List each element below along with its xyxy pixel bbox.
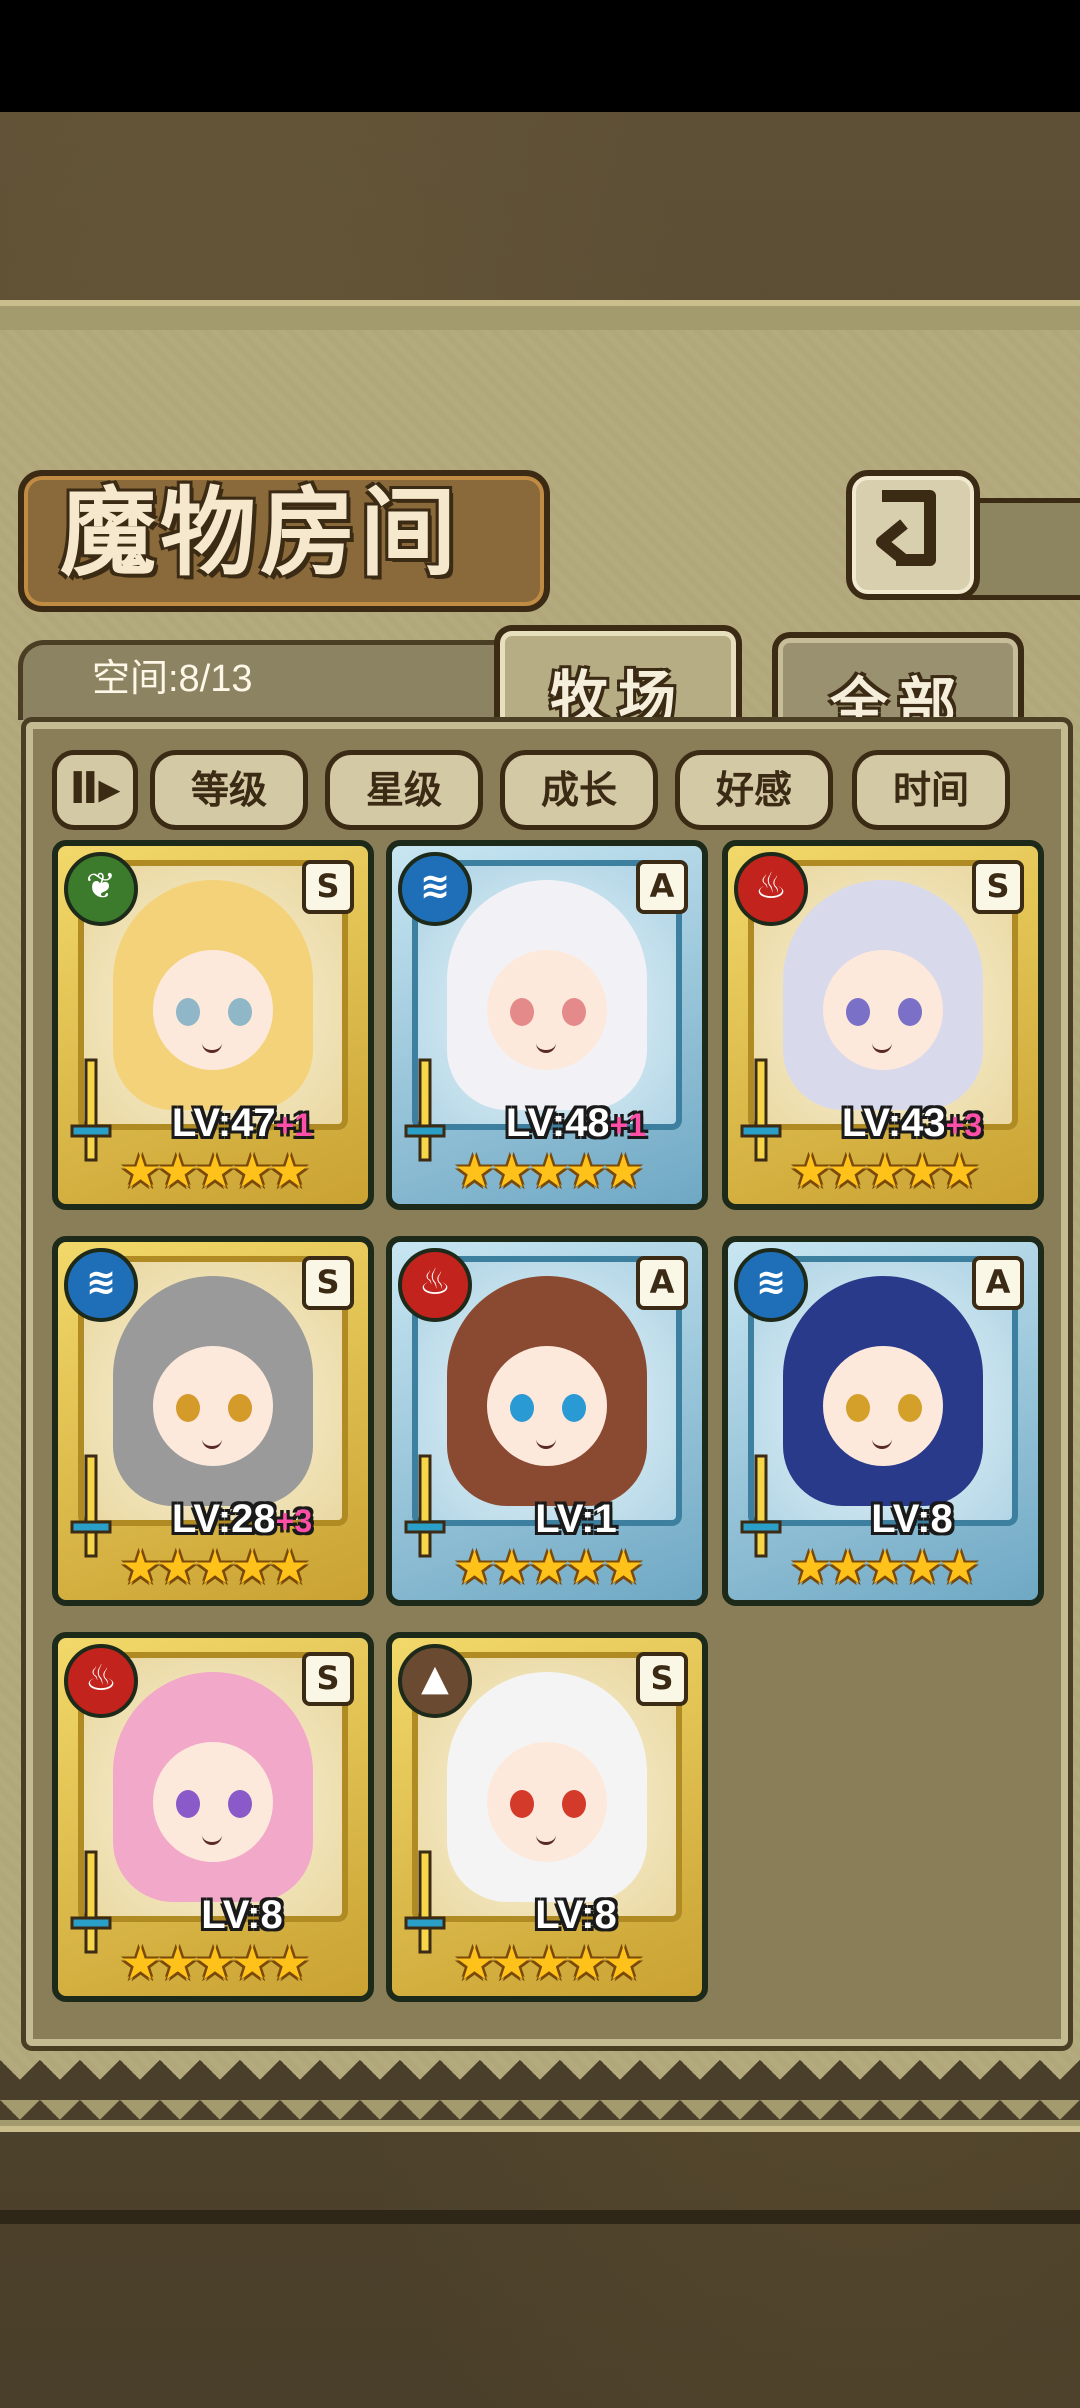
- level-bonus: +1: [609, 1107, 647, 1143]
- rank-badge: A: [636, 1256, 688, 1310]
- monster-card[interactable]: ≋ A LV:48+1 ★★★★★: [386, 840, 708, 1210]
- level-label: LV:1: [466, 1494, 686, 1544]
- fire-icon: ♨: [734, 852, 808, 926]
- monster-eye: [898, 1394, 922, 1422]
- monster-eye: [562, 1394, 586, 1422]
- monster-eye: [176, 1394, 200, 1422]
- fire-icon: ♨: [64, 1644, 138, 1718]
- monster-card[interactable]: ♨ A LV:1 ★★★★★: [386, 1236, 708, 1606]
- monster-eye: [846, 1394, 870, 1422]
- level-bonus: +3: [275, 1503, 313, 1539]
- level-value: LV:1: [535, 1497, 617, 1541]
- monster-card[interactable]: ♨ S LV:8 ★★★★★: [52, 1632, 374, 2002]
- monster-card[interactable]: ≋ S LV:28+3 ★★★★★: [52, 1236, 374, 1606]
- monster-eye: [510, 998, 534, 1026]
- monster-eye: [176, 1790, 200, 1818]
- monster-card[interactable]: ≋ A LV:8 ★★★★★: [722, 1236, 1044, 1606]
- monster-card[interactable]: ▲ S LV:8 ★★★★★: [386, 1632, 708, 2002]
- star-rating: ★★★★★: [119, 1144, 310, 1198]
- level-value: LV:28: [171, 1497, 276, 1541]
- earth-icon: ▲: [398, 1644, 472, 1718]
- sort-level-button[interactable]: 等级: [150, 750, 308, 830]
- level-value: LV:43: [841, 1101, 946, 1145]
- tab-ranch[interactable]: 牧场: [494, 625, 742, 736]
- monster-eye: [898, 998, 922, 1026]
- rank-badge: S: [302, 860, 354, 914]
- level-label: LV:8: [802, 1494, 1022, 1544]
- panel-bottom-trim: [0, 2060, 1080, 2120]
- rank-badge: A: [636, 860, 688, 914]
- star-rating: ★★★★★: [789, 1540, 980, 1594]
- rank-badge: A: [972, 1256, 1024, 1310]
- star-rating: ★★★★★: [789, 1144, 980, 1198]
- fire-icon: ❦: [64, 852, 138, 926]
- space-count: 空间:8/13: [92, 658, 253, 700]
- monster-card[interactable]: ♨ S LV:43+3 ★★★★★: [722, 840, 1044, 1210]
- star-rating: ★★★★★: [453, 1936, 644, 1990]
- return-arrow-icon: [876, 490, 936, 566]
- level-bonus: +3: [945, 1107, 983, 1143]
- monster-eye: [510, 1790, 534, 1818]
- level-value: LV:47: [171, 1101, 276, 1145]
- star-rating: ★★★★★: [119, 1936, 310, 1990]
- level-value: LV:8: [201, 1893, 283, 1937]
- sort-star-button[interactable]: 星级: [325, 750, 483, 830]
- sort-time-button[interactable]: 时间: [852, 750, 1010, 830]
- back-button[interactable]: [846, 470, 980, 600]
- level-label: LV:47+1: [132, 1098, 352, 1148]
- page-title: 魔物房间: [60, 476, 460, 589]
- water-icon: ≋: [734, 1248, 808, 1322]
- monster-eye: [562, 998, 586, 1026]
- monster-eye: [228, 1394, 252, 1422]
- monster-eye: [228, 998, 252, 1026]
- water-icon: ≋: [398, 852, 472, 926]
- star-rating: ★★★★★: [453, 1540, 644, 1594]
- level-label: LV:8: [132, 1890, 352, 1940]
- monster-eye: [228, 1790, 252, 1818]
- monster-eye: [562, 1790, 586, 1818]
- rank-badge: S: [302, 1256, 354, 1310]
- star-rating: ★★★★★: [119, 1540, 310, 1594]
- sort-growth-button[interactable]: 成长: [500, 750, 658, 830]
- level-label: LV:28+3: [132, 1494, 352, 1544]
- water-icon: ≋: [64, 1248, 138, 1322]
- star-rating: ★★★★★: [453, 1144, 644, 1198]
- rank-badge: S: [636, 1652, 688, 1706]
- level-label: LV:43+3: [802, 1098, 1022, 1148]
- fire-icon: ♨: [398, 1248, 472, 1322]
- rank-badge: S: [972, 860, 1024, 914]
- status-bar: [0, 0, 1080, 112]
- monster-eye: [846, 998, 870, 1026]
- sort-affection-button[interactable]: 好感: [675, 750, 833, 830]
- level-value: LV:8: [535, 1893, 617, 1937]
- rank-badge: S: [302, 1652, 354, 1706]
- monster-eye: [176, 998, 200, 1026]
- level-bonus: +1: [275, 1107, 313, 1143]
- sort-order-toggle[interactable]: Ⅱ▸: [52, 750, 138, 830]
- level-value: LV:8: [871, 1497, 953, 1541]
- level-label: LV:8: [466, 1890, 686, 1940]
- bottom-edge: [0, 2210, 1080, 2224]
- level-value: LV:48: [505, 1101, 610, 1145]
- level-label: LV:48+1: [466, 1098, 686, 1148]
- monster-card[interactable]: ❦ S LV:47+1 ★★★★★: [52, 840, 374, 1210]
- monster-eye: [510, 1394, 534, 1422]
